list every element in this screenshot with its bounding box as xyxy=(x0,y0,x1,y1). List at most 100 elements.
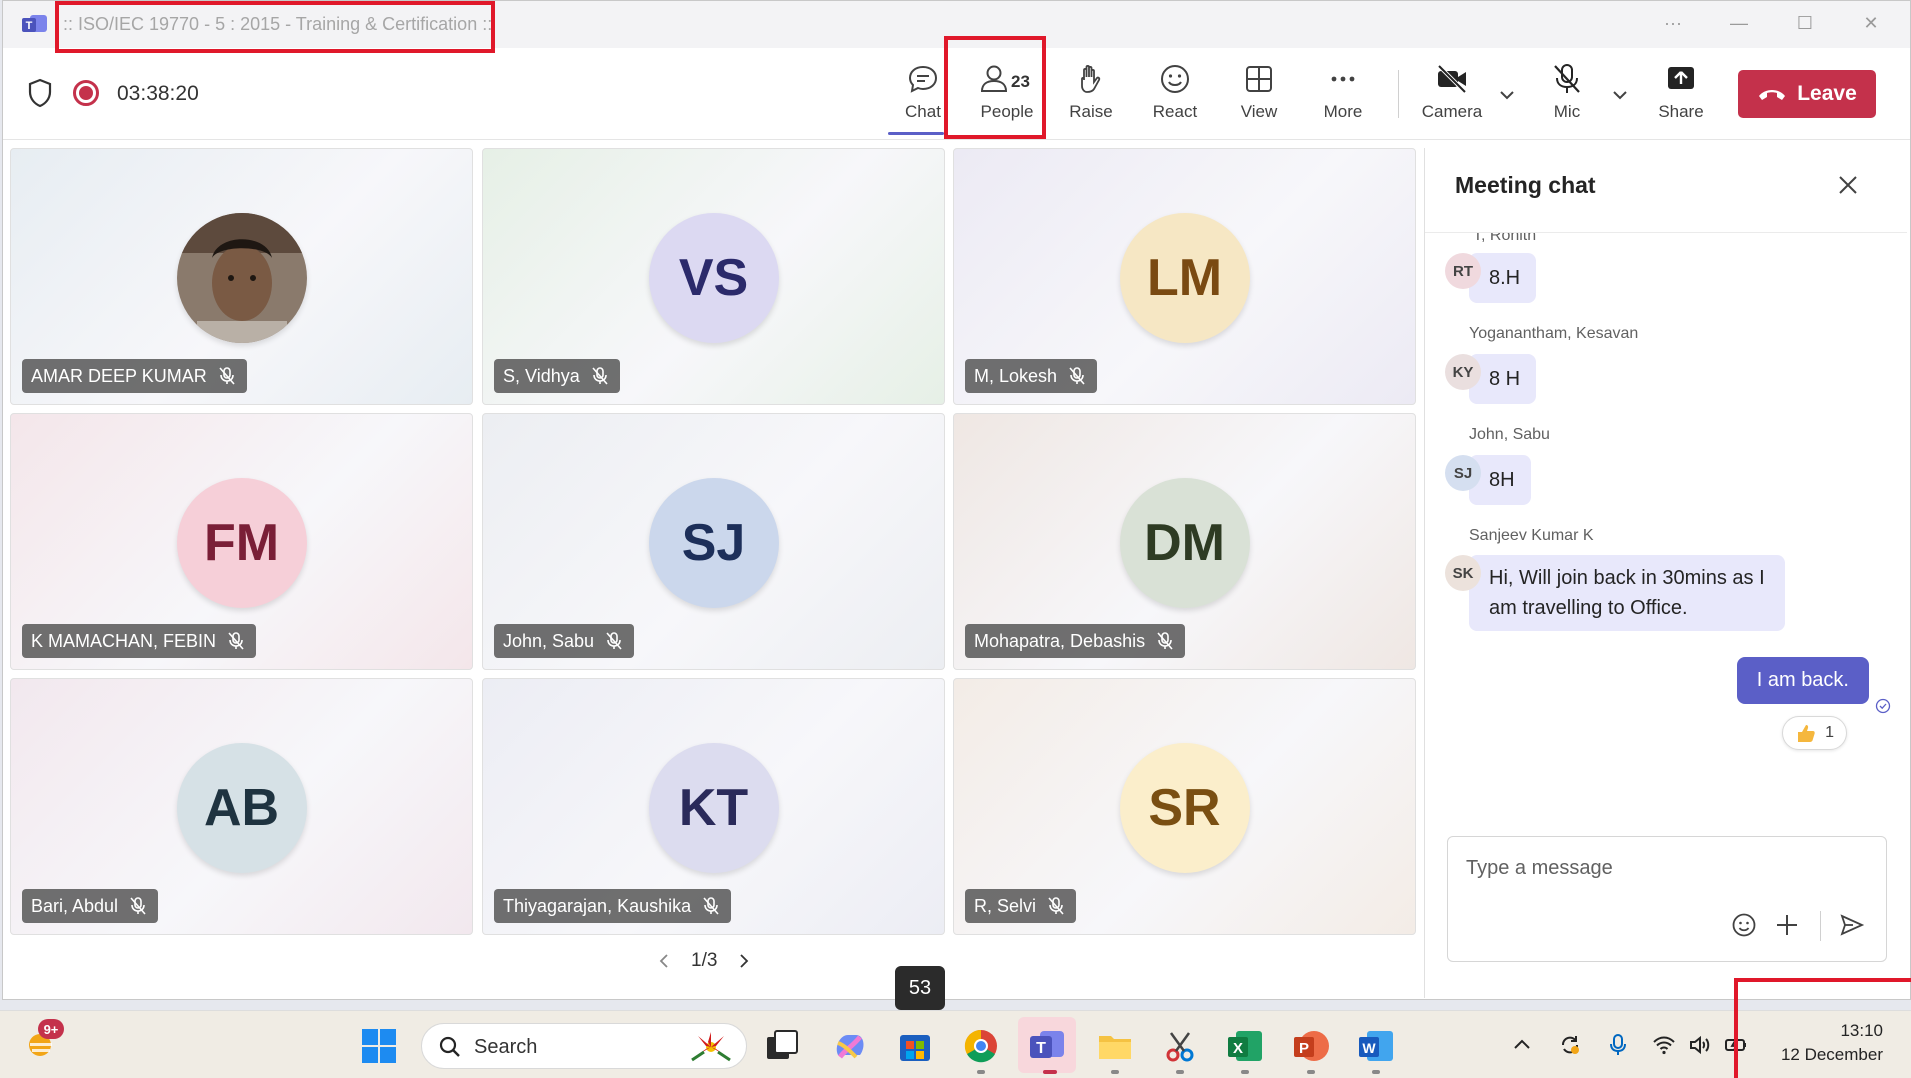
chrome-icon[interactable] xyxy=(962,1027,1000,1065)
message-sender: John, Sabu xyxy=(1469,426,1550,443)
message-input-placeholder[interactable]: Type a message xyxy=(1466,857,1613,880)
taskbar-search-box[interactable]: Search xyxy=(421,1023,747,1069)
raise-hand-icon xyxy=(1081,64,1101,93)
running-indicator xyxy=(1176,1070,1184,1074)
raise-label: Raise xyxy=(1069,102,1113,121)
teams-taskbar-icon[interactable]: T xyxy=(1028,1027,1066,1065)
mic-off-icon xyxy=(1554,64,1580,93)
participant-nameplate: Thiyagarajan, Kaushika xyxy=(494,889,732,923)
participant-tile[interactable]: KT Thiyagarajan, Kaushika xyxy=(482,678,945,935)
mic-button[interactable]: Mic xyxy=(1527,62,1607,132)
participant-nameplate: S, Vidhya xyxy=(494,359,620,393)
close-window-button[interactable]: ✕ xyxy=(1853,13,1889,34)
camera-options-chevron-icon[interactable] xyxy=(1496,84,1518,106)
more-button[interactable]: More xyxy=(1303,62,1383,132)
reaction-count: 1 xyxy=(1825,724,1834,741)
svg-text:T: T xyxy=(26,20,33,32)
share-button[interactable]: Share xyxy=(1641,62,1721,132)
svg-text:X: X xyxy=(1233,1040,1243,1057)
participant-tile[interactable]: AMAR DEEP KUMAR xyxy=(10,148,473,405)
participant-tile[interactable]: AB Bari, Abdul xyxy=(10,678,473,935)
search-label: Search xyxy=(474,1036,538,1058)
microsoft-store-icon[interactable] xyxy=(896,1027,934,1065)
title-bar: T :: ISO/IEC 19770 - 5 : 2015 - Training… xyxy=(3,1,1910,48)
message-sender: Sanjeev Kumar K xyxy=(1469,527,1594,544)
wifi-icon[interactable] xyxy=(1652,1033,1676,1057)
svg-text:P: P xyxy=(1299,1040,1309,1057)
excel-icon[interactable]: X xyxy=(1226,1027,1264,1065)
chat-active-indicator xyxy=(888,132,944,135)
people-button[interactable]: 23 People xyxy=(967,62,1047,132)
participant-avatar: VS xyxy=(648,213,779,343)
message-text: I am back. xyxy=(1756,669,1849,691)
message-bubble[interactable]: Hi, Will join back in 30mins as I am tra… xyxy=(1469,555,1785,631)
raise-hand-button[interactable]: Raise xyxy=(1051,62,1131,132)
recording-indicator-icon xyxy=(73,80,99,106)
copilot-icon[interactable] xyxy=(830,1027,868,1065)
participant-tile[interactable]: DM Mohapatra, Debashis xyxy=(953,413,1416,670)
message-text-line: am travelling to Office. xyxy=(1489,597,1688,619)
view-button[interactable]: View xyxy=(1219,62,1299,132)
people-label: People xyxy=(980,102,1034,121)
volume-icon[interactable] xyxy=(1688,1033,1712,1057)
muted-mic-icon xyxy=(228,632,244,650)
file-explorer-icon[interactable] xyxy=(1096,1027,1134,1065)
meeting-timer: 03:38:20 xyxy=(117,82,199,105)
people-count: 23 xyxy=(1011,72,1030,91)
chevron-right-icon[interactable] xyxy=(735,952,753,970)
reaction-pill[interactable]: 1 xyxy=(1782,716,1847,750)
message-sender: T, Rohith xyxy=(1473,233,1537,244)
participant-tile[interactable]: SJ John, Sabu xyxy=(482,413,945,670)
message-compose-box[interactable]: Type a message xyxy=(1447,836,1887,962)
participant-name: John, Sabu xyxy=(503,630,595,651)
chat-button[interactable]: Chat xyxy=(883,62,963,132)
emoji-icon[interactable] xyxy=(1730,911,1758,939)
close-icon[interactable] xyxy=(1835,172,1861,198)
camera-button[interactable]: Camera xyxy=(1412,62,1492,132)
participant-name: AMAR DEEP KUMAR xyxy=(31,365,207,386)
windows-taskbar: 9+ Search T X P W 13:10 12 December xyxy=(0,1010,1911,1078)
maximize-button[interactable]: ☐ xyxy=(1787,13,1823,34)
shield-icon[interactable] xyxy=(27,78,53,108)
chevron-left-icon[interactable] xyxy=(655,952,673,970)
view-label: View xyxy=(1240,102,1278,121)
minimize-button[interactable]: — xyxy=(1721,13,1757,34)
participant-avatar: FM xyxy=(176,478,307,608)
system-clock[interactable]: 13:10 12 December xyxy=(1781,1019,1883,1067)
participant-name: M, Lokesh xyxy=(974,365,1058,386)
muted-mic-icon xyxy=(1069,367,1085,385)
window-title: :: ISO/IEC 19770 - 5 : 2015 - Training &… xyxy=(63,14,493,34)
participant-name: Thiyagarajan, Kaushika xyxy=(503,895,692,916)
send-icon[interactable] xyxy=(1838,911,1866,939)
participant-tile[interactable]: FM K MAMACHAN, FEBIN xyxy=(10,413,473,670)
microphone-icon[interactable] xyxy=(1606,1033,1630,1057)
task-view-icon[interactable] xyxy=(763,1027,801,1065)
more-dots-icon xyxy=(1331,76,1355,82)
mic-options-chevron-icon[interactable] xyxy=(1609,84,1631,106)
windows-start-icon[interactable] xyxy=(360,1027,398,1065)
battery-icon[interactable] xyxy=(1724,1033,1748,1057)
chat-message-list[interactable]: T, Rohith 8.H RT Yoganantham, Kesavan 8 … xyxy=(1425,233,1907,773)
participant-nameplate: K MAMACHAN, FEBIN xyxy=(22,624,257,658)
poinsettia-icon xyxy=(691,1032,731,1062)
leave-button[interactable]: Leave xyxy=(1738,70,1876,118)
running-indicator xyxy=(1241,1070,1249,1074)
word-icon[interactable]: W xyxy=(1357,1027,1395,1065)
participant-name: Bari, Abdul xyxy=(31,895,119,916)
running-indicator xyxy=(1043,1070,1057,1074)
snipping-tool-icon[interactable] xyxy=(1161,1027,1199,1065)
react-button[interactable]: React xyxy=(1135,62,1215,132)
chevron-up-icon[interactable] xyxy=(1510,1033,1534,1057)
my-message-bubble[interactable]: I am back. xyxy=(1736,657,1869,704)
powerpoint-icon[interactable]: P xyxy=(1292,1027,1330,1065)
plus-icon[interactable] xyxy=(1773,911,1801,939)
participant-nameplate: AMAR DEEP KUMAR xyxy=(22,359,247,393)
more-options-icon[interactable]: ··· xyxy=(1655,13,1691,34)
mic-label: Mic xyxy=(1553,102,1581,121)
participant-tile[interactable]: SR R, Selvi xyxy=(953,678,1416,935)
participant-tile[interactable]: LM M, Lokesh xyxy=(953,148,1416,405)
participant-tile[interactable]: VS S, Vidhya xyxy=(482,148,945,405)
sender-avatar: SJ xyxy=(1445,455,1481,491)
chat-label: Chat xyxy=(905,102,941,121)
sync-icon[interactable] xyxy=(1558,1033,1582,1057)
